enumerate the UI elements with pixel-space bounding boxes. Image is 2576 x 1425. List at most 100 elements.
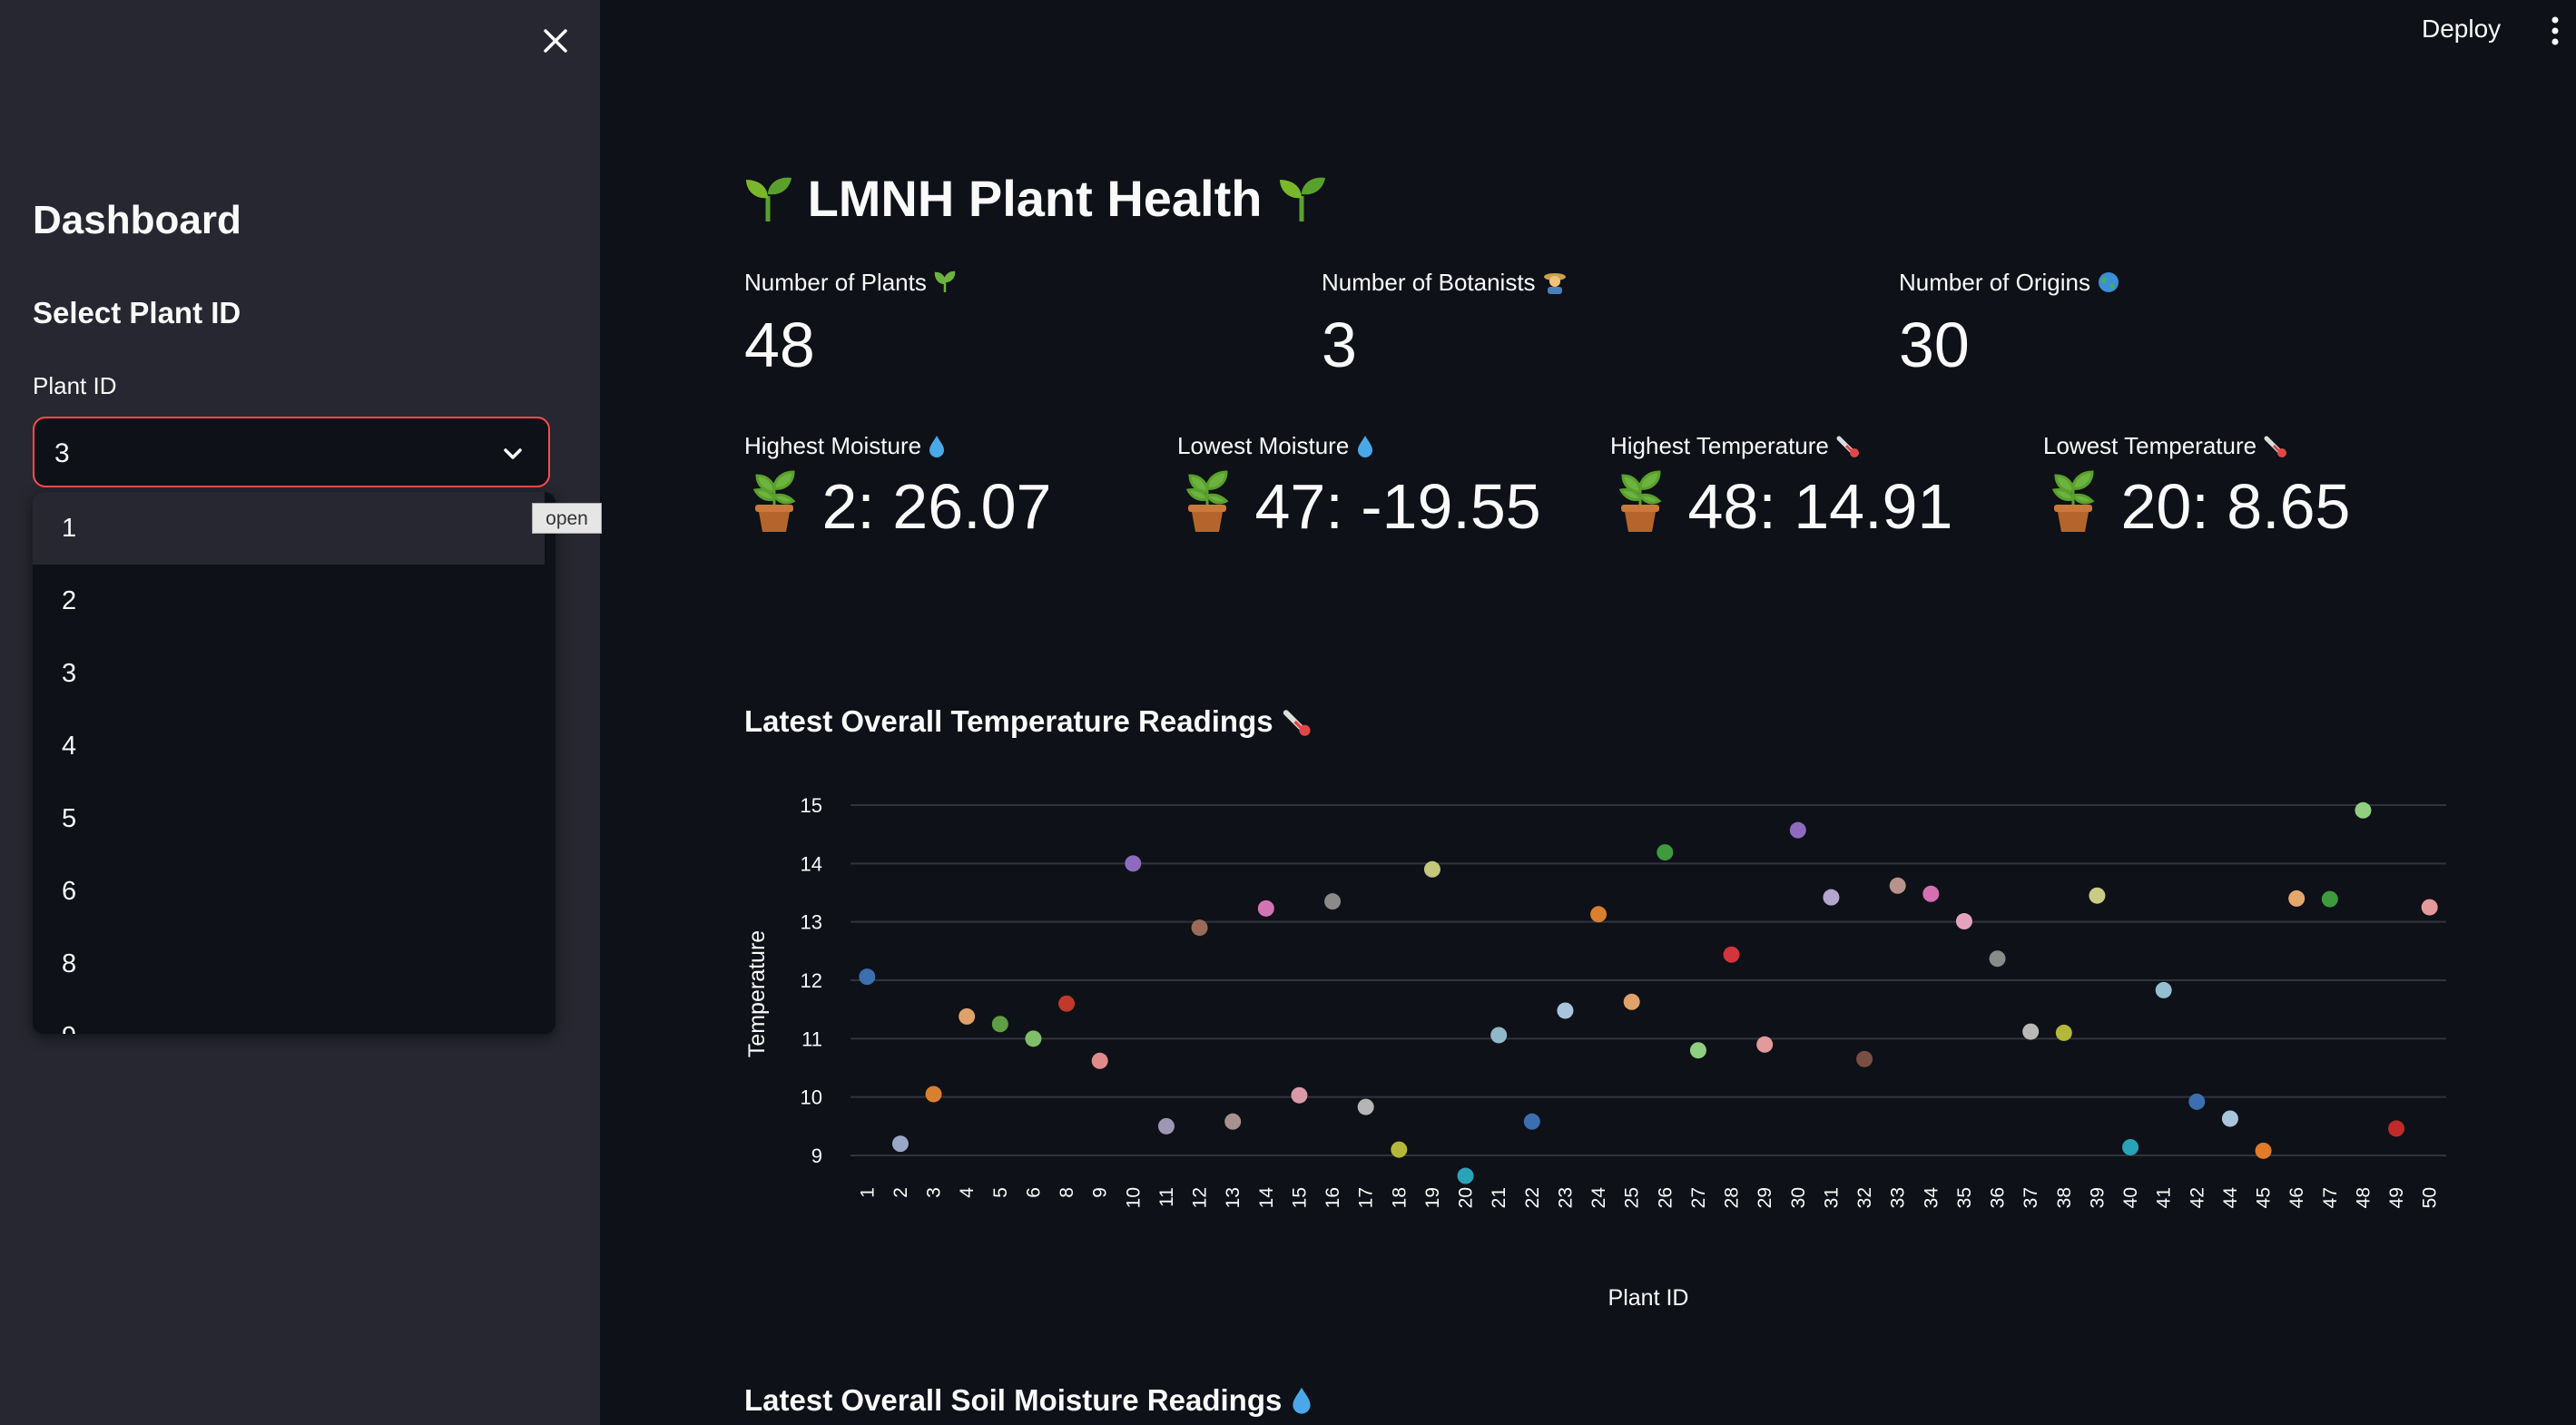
tooltip: open	[532, 503, 602, 534]
data-point	[2089, 887, 2106, 904]
x-tick-label: 2	[890, 1187, 911, 1198]
sidebar-title: Dashboard	[33, 198, 241, 242]
dropdown-option[interactable]: 4	[33, 710, 556, 782]
select-value: 3	[54, 438, 70, 468]
data-point	[1623, 993, 1640, 1010]
data-point	[1955, 913, 1972, 930]
data-point	[1657, 844, 1674, 861]
metric-label-text: Highest Moisture	[744, 432, 922, 459]
x-tick-label: 6	[1023, 1187, 1044, 1198]
x-tick-label: 16	[1322, 1187, 1343, 1208]
x-tick-label: 33	[1888, 1187, 1909, 1208]
metric-label-lowest-temperature: Lowest Temperature	[2043, 432, 2288, 460]
droplet-icon	[1357, 436, 1372, 457]
x-tick-label: 25	[1622, 1187, 1643, 1208]
moisture-title-text: Latest Overall Soil Moisture Readings	[744, 1383, 1283, 1417]
sidebar: Dashboard Select Plant ID Plant ID 3 1 2…	[0, 0, 602, 1425]
x-tick-label: 31	[1821, 1187, 1842, 1208]
x-tick-label: 4	[957, 1187, 978, 1198]
data-point	[2188, 1093, 2206, 1110]
title-text: LMNH Plant Health	[807, 170, 1263, 227]
x-tick-label: 13	[1223, 1187, 1244, 1208]
metric-value-highest-moisture: 2: 26.07	[744, 468, 1051, 543]
x-tick-label: 39	[2087, 1187, 2108, 1208]
droplet-icon	[1292, 1387, 1311, 1414]
x-tick-label: 48	[2353, 1187, 2374, 1208]
metric-label-text: Lowest Temperature	[2043, 432, 2257, 459]
x-tick-label: 10	[1123, 1187, 1144, 1208]
data-point	[1789, 821, 1806, 839]
metric-value-plants: 48	[744, 310, 815, 380]
dropdown-option[interactable]: 2	[33, 565, 556, 637]
data-point	[891, 1135, 909, 1153]
dropdown-option[interactable]: 1	[33, 492, 545, 565]
data-point	[2255, 1142, 2272, 1159]
y-axis-label: Temperature	[744, 930, 770, 1057]
x-tick-label: 22	[1522, 1187, 1543, 1208]
metric-label-plants: Number of Plants	[744, 269, 957, 297]
data-point	[1457, 1167, 1474, 1184]
x-tick-label: 40	[2120, 1187, 2141, 1208]
x-tick-label: 44	[2220, 1187, 2241, 1209]
dropdown-option[interactable]: 3	[33, 637, 556, 710]
dropdown-option[interactable]: 8	[33, 928, 556, 1000]
x-tick-label: 49	[2386, 1187, 2407, 1208]
data-point	[1091, 1052, 1108, 1069]
more-menu-icon[interactable]	[2549, 15, 2561, 51]
droplet-icon	[929, 436, 945, 457]
close-sidebar-button[interactable]	[531, 16, 580, 65]
moisture-section-title: Latest Overall Soil Moisture Readings	[744, 1383, 1313, 1418]
x-tick-label: 28	[1722, 1187, 1743, 1208]
x-tick-label: 1	[857, 1187, 878, 1198]
thermometer-icon	[1283, 710, 1311, 736]
data-point	[2355, 801, 2372, 819]
x-tick-label: 18	[1389, 1187, 1410, 1208]
metric-value-highest-temperature: 48: 14.91	[1610, 468, 1952, 543]
dropdown-option[interactable]: 6	[33, 855, 556, 928]
y-tick-label: 9	[811, 1145, 822, 1167]
x-tick-label: 11	[1156, 1187, 1177, 1207]
potted-plant-icon	[2051, 470, 2095, 532]
data-point	[1291, 1086, 1308, 1104]
metric-value-text: 20: 8.65	[2120, 471, 2351, 542]
data-point	[1989, 950, 2006, 968]
y-tick-label: 14	[801, 852, 822, 875]
data-point	[1723, 946, 1740, 963]
data-point	[1523, 1113, 1540, 1130]
dropdown-option[interactable]: 9	[33, 1000, 556, 1034]
data-point	[1058, 995, 1076, 1012]
plant-id-label: Plant ID	[33, 372, 117, 399]
metric-label-text: Number of Plants	[744, 269, 927, 296]
data-point	[1922, 885, 1940, 902]
potted-plant-icon	[1618, 470, 1662, 532]
metric-value-text: 48: 14.91	[1687, 471, 1953, 542]
data-point	[1125, 855, 1142, 872]
x-axis-label: Plant ID	[1608, 1285, 1689, 1311]
metric-label-origins: Number of Origins	[1899, 269, 2120, 297]
data-point	[2155, 981, 2172, 998]
data-point	[859, 968, 876, 986]
data-point	[1756, 1036, 1774, 1053]
x-tick-label: 15	[1289, 1187, 1310, 1208]
thermometer-icon	[2264, 436, 2287, 457]
data-point	[959, 1007, 976, 1025]
x-tick-label: 35	[1954, 1187, 1975, 1208]
plant-id-select[interactable]: 3	[33, 417, 550, 487]
x-tick-label: 19	[1422, 1187, 1443, 1208]
data-point	[1856, 1050, 1873, 1067]
x-tick-label: 47	[2320, 1187, 2341, 1208]
metric-label-lowest-moisture: Lowest Moisture	[1177, 432, 1374, 460]
x-tick-label: 32	[1854, 1187, 1875, 1208]
y-tick-label: 12	[801, 969, 822, 992]
data-point	[1423, 860, 1440, 878]
data-point	[991, 1016, 1008, 1033]
potted-plant-icon	[1185, 470, 1229, 532]
data-point	[1689, 1042, 1706, 1059]
metric-value-lowest-temperature: 20: 8.65	[2043, 468, 2350, 543]
x-tick-label: 17	[1356, 1187, 1377, 1208]
dropdown-option[interactable]: 5	[33, 782, 556, 855]
x-tick-label: 50	[2420, 1187, 2441, 1208]
deploy-button[interactable]: Deploy	[2422, 15, 2501, 44]
temperature-scatter-chart: 91011121314151 2 3 4 5 6 8 9 10 11 12 13 14 15 16 17 18 1…	[744, 794, 2446, 1311]
metric-label-text: Highest Temperature	[1610, 432, 1829, 459]
